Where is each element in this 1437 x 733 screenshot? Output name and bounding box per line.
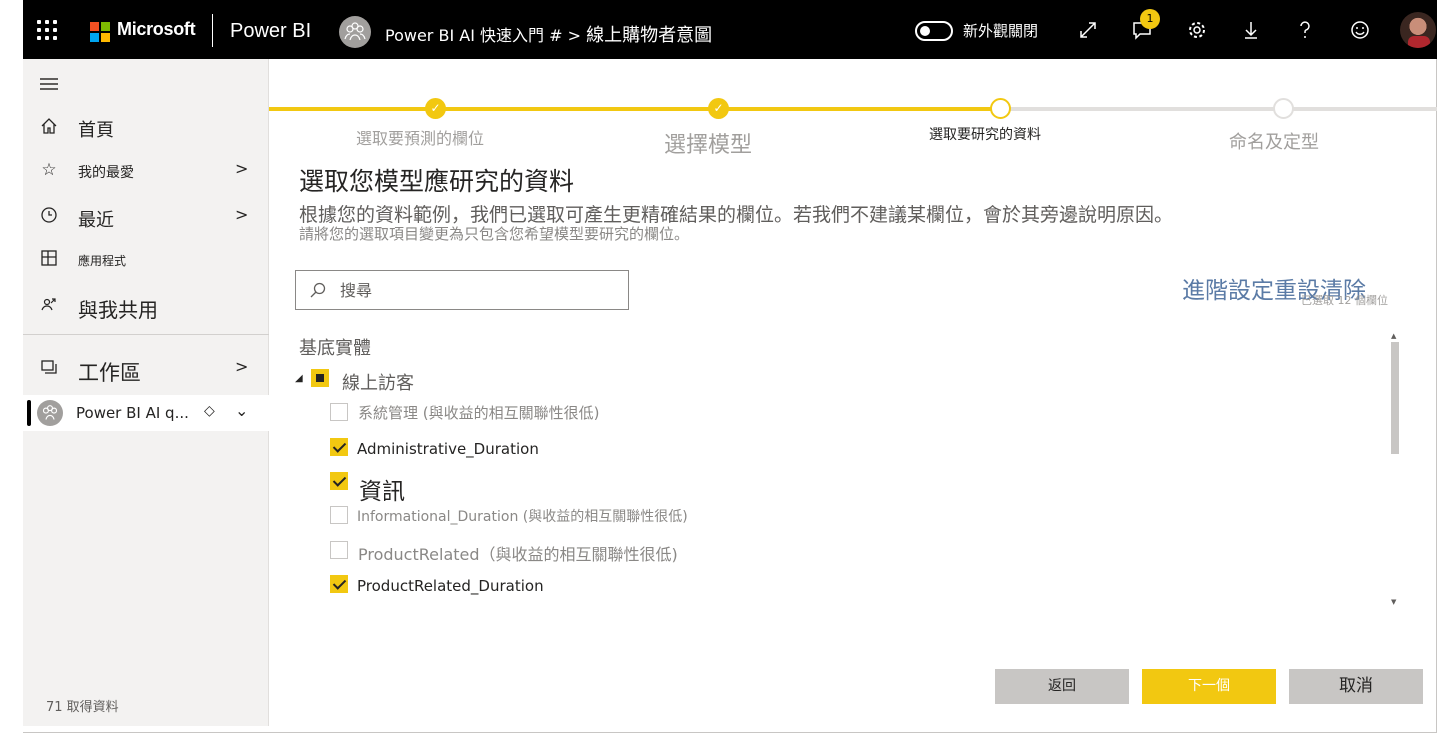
chevron-right-icon: > (235, 205, 249, 224)
search-input[interactable] (340, 279, 610, 301)
field-label: 資訊 (359, 479, 405, 505)
premium-diamond-icon: ◇ (204, 403, 215, 419)
step-current-dot (990, 98, 1011, 119)
stepper-progress-line (269, 107, 1000, 111)
field-label: ProductRelated_Duration (357, 577, 544, 595)
sidebar-item-label: 首頁 (78, 120, 114, 141)
chevron-right-icon: > (235, 357, 249, 376)
sidebar-item-apps[interactable]: 應用程式 (23, 241, 269, 277)
sidebar-item-workspaces[interactable]: 工作區 > (23, 350, 269, 386)
field-checkbox[interactable] (330, 438, 348, 456)
download-icon[interactable] (1240, 19, 1262, 41)
workspace-avatar-icon (339, 16, 371, 48)
step-label: 選擇模型 (664, 133, 753, 158)
breadcrumb: Power BI AI 快速入門 # > 線上購物者意圖 (385, 21, 712, 47)
step-done-check-icon: ✓ (425, 98, 446, 119)
sidebar-item-label: 我的最愛 (78, 165, 134, 181)
home-icon (39, 117, 59, 137)
clock-icon (39, 206, 59, 226)
step-label: 命名及定型 (1229, 132, 1319, 153)
sidebar-item-active-workspace[interactable]: Power BI AI q... ◇ ⌄ (23, 395, 269, 431)
sidebar-item-label: 最近 (78, 210, 114, 231)
window-edge (0, 0, 23, 733)
microsoft-logo-icon (90, 22, 110, 42)
sidebar-item-recent[interactable]: 最近 > (23, 198, 269, 234)
sidebar-item-label: 應用程式 (78, 254, 127, 268)
entity-label: 線上訪客 (342, 373, 414, 394)
field-label: Administrative_Duration (357, 440, 539, 458)
brand-name[interactable]: Microsoft (117, 19, 196, 40)
active-indicator (27, 400, 31, 426)
get-data-link[interactable]: 71 取得資料 (46, 696, 119, 715)
sidebar-item-favorites[interactable]: ☆ 我的最愛 > (23, 152, 269, 188)
page-description-sub: 請將您的選取項目變更為只包含您希望模型要研究的欄位。 (299, 225, 690, 243)
apps-icon (39, 249, 59, 269)
chevron-right-icon: > (235, 159, 249, 178)
app-launcher-icon[interactable] (37, 20, 57, 40)
chevron-down-icon[interactable]: ⌄ (235, 401, 248, 420)
field-checkbox[interactable] (330, 541, 348, 559)
field-label: 系統管理 (與收益的相互關聯性很低) (358, 404, 600, 422)
field-checkbox[interactable] (330, 575, 348, 593)
product-name[interactable]: Power BI (230, 20, 311, 43)
sidebar-item-label: 與我共用 (78, 298, 158, 322)
field-checkbox[interactable] (330, 472, 348, 490)
field-checkbox[interactable] (330, 506, 348, 524)
sidebar-item-shared[interactable]: 與我共用 (23, 288, 269, 324)
sidebar-divider (23, 334, 269, 335)
help-icon[interactable] (1294, 19, 1316, 41)
sidebar-item-home[interactable]: 首頁 (23, 109, 269, 145)
new-look-toggle-label: 新外觀關閉 (963, 22, 1039, 40)
field-list-scrollbar[interactable]: ▲ ▼ (1390, 332, 1400, 608)
scrollbar-thumb[interactable] (1391, 342, 1399, 454)
field-label: Informational_Duration (與收益的相互關聯性很低) (357, 509, 688, 525)
nav-sidebar: 首頁 ☆ 我的最愛 > 最近 > 應用程式 與我共用 工作區 > Power B… (23, 59, 269, 726)
new-look-toggle[interactable] (915, 21, 953, 41)
breadcrumb-page: 線上購物者意圖 (586, 25, 713, 46)
workspace-avatar-icon (37, 400, 63, 426)
shared-icon (39, 296, 59, 316)
field-checkbox[interactable] (330, 403, 348, 421)
back-button[interactable]: 返回 (995, 669, 1129, 704)
scroll-up-icon[interactable]: ▲ (1391, 332, 1396, 340)
search-box[interactable] (295, 270, 629, 310)
feedback-smiley-icon[interactable] (1349, 19, 1371, 41)
base-entities-heading: 基底實體 (299, 338, 371, 359)
entity-checkbox[interactable] (311, 369, 329, 387)
notification-badge: 1 (1140, 9, 1160, 29)
expand-icon[interactable] (1077, 19, 1099, 41)
cancel-button[interactable]: 取消 (1289, 669, 1423, 704)
stepper-remaining-line (1000, 107, 1437, 111)
search-icon (309, 281, 327, 299)
step-label-current: 選取要研究的資料 (929, 127, 1041, 143)
top-bar: Microsoft Power BI Power BI AI 快速入門 # > … (23, 0, 1437, 59)
step-done-check-icon: ✓ (708, 98, 729, 119)
star-icon: ☆ (41, 160, 57, 180)
next-button[interactable]: 下一個 (1142, 669, 1276, 704)
brand-divider (212, 14, 213, 47)
active-workspace-label: Power BI AI q... (76, 404, 189, 422)
step-todo-dot (1273, 98, 1294, 119)
breadcrumb-separator: > (567, 26, 581, 45)
tree-expand-icon[interactable]: ◢ (295, 373, 303, 384)
field-label: ProductRelated（與收益的相互關聯性很低) (358, 545, 678, 564)
step-label: 選取要預測的欄位 (356, 129, 485, 148)
scroll-down-icon[interactable]: ▼ (1391, 598, 1396, 606)
breadcrumb-workspace[interactable]: Power BI AI 快速入門 # (385, 26, 563, 45)
workspaces-icon (39, 358, 59, 378)
page-title: 選取您模型應研究的資料 (299, 167, 575, 196)
sidebar-item-label: 工作區 (78, 361, 141, 385)
hamburger-menu-icon[interactable] (40, 78, 58, 90)
settings-icon[interactable] (1186, 19, 1208, 41)
user-avatar[interactable] (1400, 12, 1436, 48)
selected-count: 已選取 12 個欄位 (1301, 294, 1388, 307)
